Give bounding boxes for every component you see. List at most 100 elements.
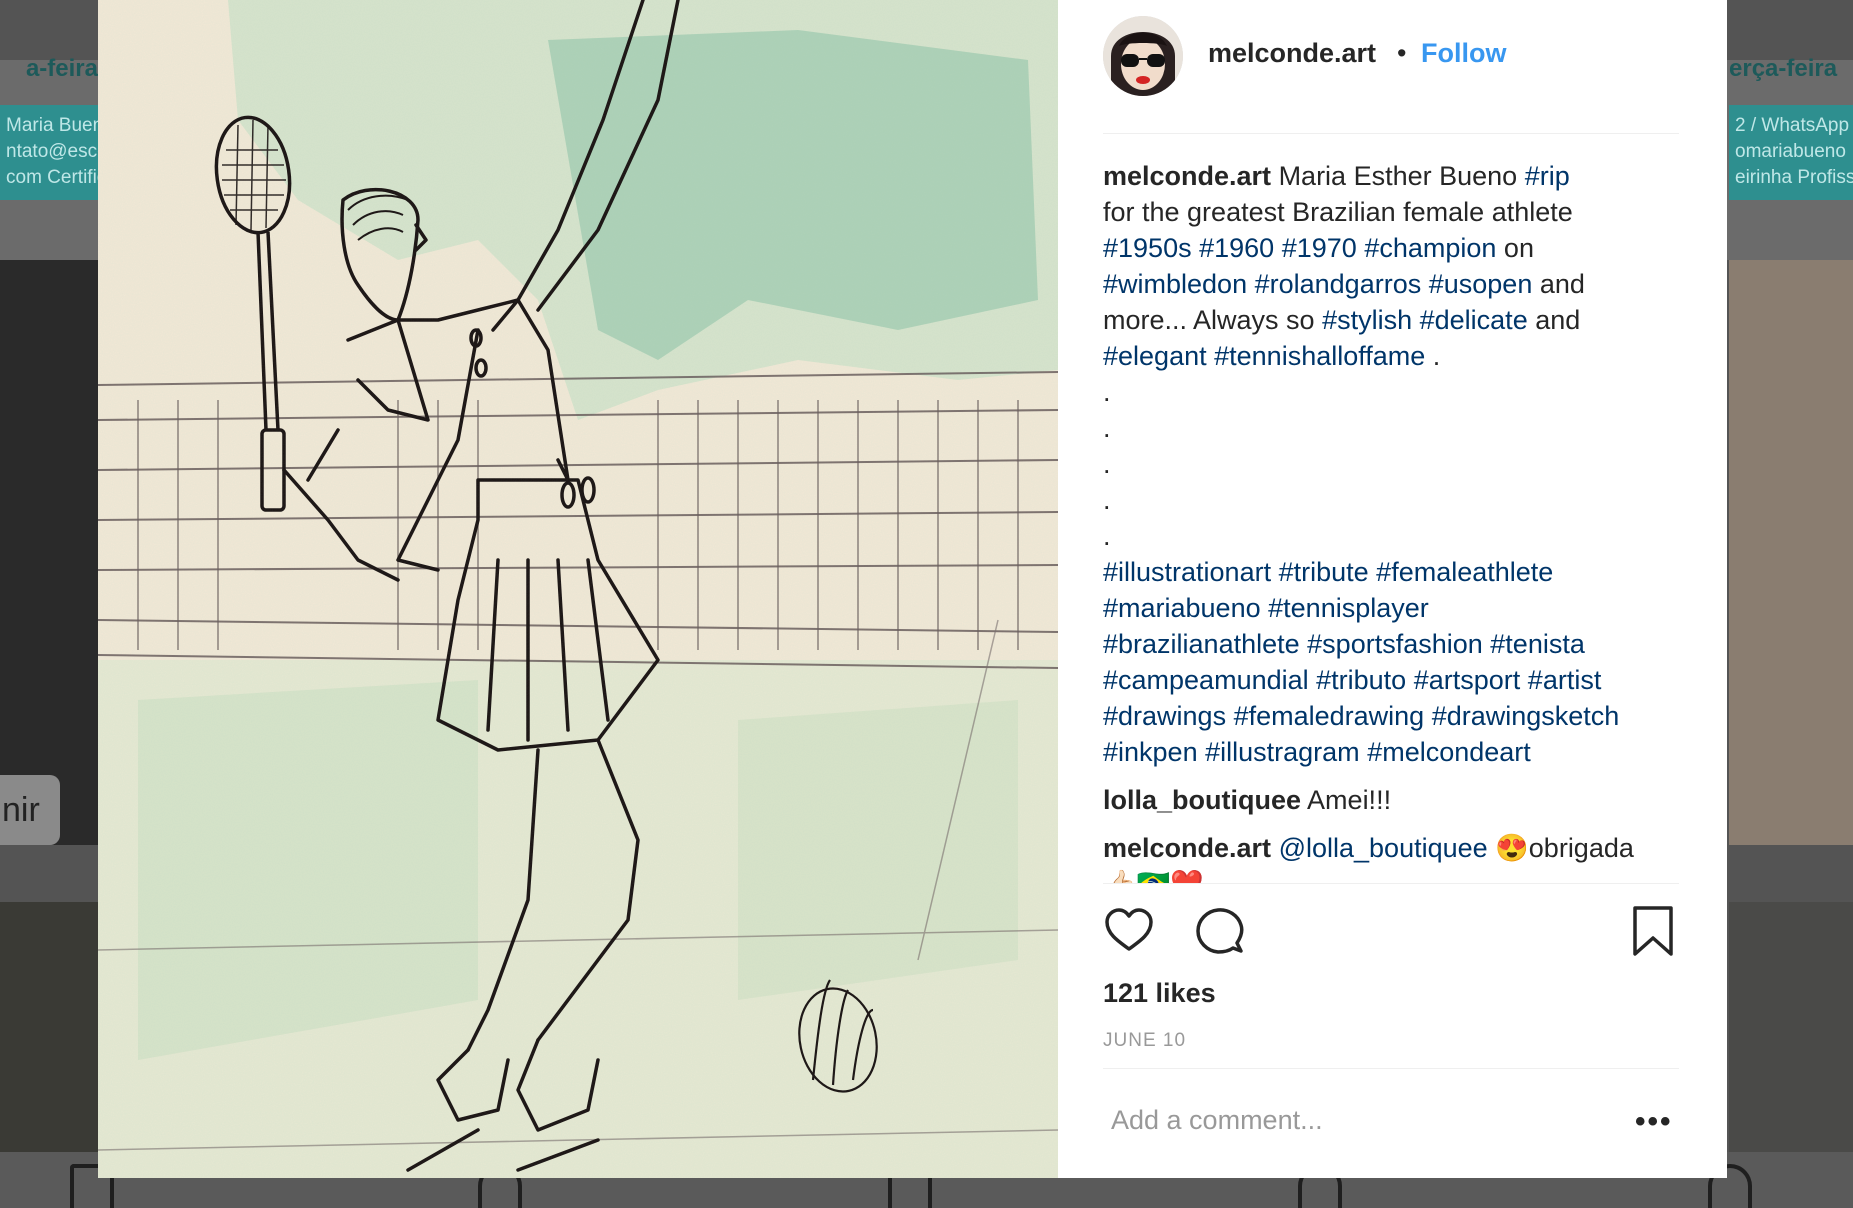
hashtag-link[interactable]: #1950s: [1103, 233, 1192, 263]
hashtag-link[interactable]: #brazilianathlete: [1103, 629, 1300, 659]
post-header: melconde.art • Follow: [1058, 0, 1727, 134]
caption-line: #elegant #tennishalloffame .: [1103, 338, 1693, 374]
comment-text: Amei!!!: [1307, 785, 1392, 815]
separator-dot: •: [1397, 38, 1407, 68]
background-video-left: [0, 260, 98, 845]
comment-mention-link[interactable]: @lolla_boutiquee: [1279, 833, 1488, 863]
post-modal: melconde.art • Follow melconde.art Maria…: [98, 0, 1727, 1178]
banner-line: omariabueno: [1735, 141, 1846, 162]
hashtag-link[interactable]: #usopen: [1429, 269, 1533, 299]
like-button[interactable]: [1103, 905, 1155, 957]
caption-text-segment: more... Always so: [1103, 305, 1323, 335]
comment-username[interactable]: melconde.art: [1103, 833, 1271, 863]
caption: melconde.art Maria Esther Bueno #rip for …: [1103, 158, 1693, 770]
caption-dot: .: [1103, 413, 1111, 443]
actions-divider: [1103, 883, 1679, 884]
hashtag-link[interactable]: #rolandgarros: [1255, 269, 1422, 299]
hashtag-link[interactable]: #inkpen: [1103, 737, 1198, 767]
hashtag-link[interactable]: #tribute: [1279, 557, 1369, 587]
hashtag-link[interactable]: #tributo: [1316, 665, 1406, 695]
caption-dot-lines: .....: [1103, 374, 1693, 554]
caption-text-segment: [1274, 233, 1282, 263]
caption-text-segment: for the greatest Brazilian female athlet…: [1103, 197, 1573, 227]
background-day-right: erça-feira: [1729, 55, 1838, 82]
comment-divider: [1103, 1068, 1679, 1069]
background-pill-button: nir: [0, 775, 60, 845]
caption-dot: .: [1103, 521, 1111, 551]
follow-button[interactable]: Follow: [1421, 38, 1506, 69]
hashtag-line: #drawings #femaledrawing #drawingsketch: [1103, 698, 1693, 734]
hashtag-link[interactable]: #illustragram: [1205, 737, 1360, 767]
caption-line: for the greatest Brazilian female athlet…: [1103, 194, 1693, 230]
hashtag-link[interactable]: #1960: [1199, 233, 1274, 263]
caption-text-segment: Maria Esther Bueno: [1278, 161, 1525, 191]
caption-line: more... Always so #stylish #delicate and: [1103, 302, 1693, 338]
hashtag-link[interactable]: #femaledrawing: [1234, 701, 1425, 731]
hashtag-link[interactable]: #elegant: [1103, 341, 1207, 371]
save-button[interactable]: [1631, 905, 1675, 957]
avatar[interactable]: [1103, 16, 1183, 96]
hashtag-link[interactable]: #campeamundial: [1103, 665, 1309, 695]
caption-text-segment: [1192, 233, 1200, 263]
hashtag-link[interactable]: #1970: [1282, 233, 1357, 263]
avatar-portrait-icon: [1103, 16, 1183, 96]
hashtag-link[interactable]: #stylish: [1322, 305, 1412, 335]
banner-line: ntato@esco: [6, 141, 98, 162]
speech-bubble-icon: [1196, 908, 1244, 954]
hashtag-link[interactable]: #femaleathlete: [1376, 557, 1553, 587]
hashtag-link[interactable]: #tenista: [1490, 629, 1585, 659]
hashtag-link[interactable]: #mariabueno: [1103, 593, 1261, 623]
bookmark-icon: [1633, 906, 1673, 956]
hashtag-line: #brazilianathlete #sportsfashion #tenist…: [1103, 626, 1693, 662]
caption-text-segment: [1412, 305, 1420, 335]
post-date[interactable]: JUNE 10: [1103, 1030, 1186, 1052]
likes-count[interactable]: 121 likes: [1103, 978, 1216, 1009]
caption-line: #wimbledon #rolandgarros #usopen and: [1103, 266, 1693, 302]
comment-username[interactable]: lolla_boutiquee: [1103, 785, 1301, 815]
background-day-left: a-feira: [25, 55, 98, 82]
hashtag-line: #illustrationart #tribute #femaleathlete: [1103, 554, 1693, 590]
hashtag-link[interactable]: #tennisplayer: [1268, 593, 1429, 623]
post-author-username[interactable]: melconde.art: [1208, 38, 1376, 69]
background-photo-right: [1729, 902, 1853, 1152]
hashtag-link[interactable]: #drawings: [1103, 701, 1226, 731]
hashtag-line: #inkpen #illustragram #melcondeart: [1103, 734, 1693, 770]
banner-line: 2 / WhatsApp: [1735, 115, 1850, 136]
caption-username[interactable]: melconde.art: [1103, 161, 1279, 191]
hashtag-link[interactable]: #wimbledon: [1103, 269, 1247, 299]
hashtag-link[interactable]: #delicate: [1420, 305, 1528, 335]
hashtag-link[interactable]: #melcondeart: [1367, 737, 1531, 767]
caption-dot: .: [1103, 449, 1111, 479]
hashtag-link[interactable]: #tennishalloffame: [1214, 341, 1425, 371]
caption-text-segment: .: [1425, 341, 1441, 371]
hashtag-link[interactable]: #illustrationart: [1103, 557, 1271, 587]
hashtag-link[interactable]: #champion: [1364, 233, 1496, 263]
caption-dot: .: [1103, 485, 1111, 515]
banner-line: eirinha Profiss: [1735, 167, 1853, 188]
background-banner-right: 2 / WhatsApp omariabueno eirinha Profiss: [1729, 105, 1853, 200]
caption-text-segment: [1207, 341, 1215, 371]
caption-text-segment: on: [1496, 233, 1534, 263]
comment-item: melconde.art @lolla_boutiquee 😍obrigada …: [1103, 830, 1693, 883]
tennis-player-drawing: [98, 0, 1058, 1178]
banner-line: com Certific: [6, 167, 98, 188]
hashtag-link[interactable]: #rip: [1525, 161, 1570, 191]
caption-text-segment: [1247, 269, 1255, 299]
background-stadium-photo: [0, 902, 98, 1152]
hashtag-link[interactable]: #artist: [1528, 665, 1602, 695]
comment-button[interactable]: [1193, 905, 1245, 957]
hashtag-link[interactable]: #sportsfashion: [1307, 629, 1483, 659]
add-comment-input[interactable]: Add a comment...: [1111, 1105, 1323, 1136]
hashtag-line: #campeamundial #tributo #artsport #artis…: [1103, 662, 1693, 698]
caption-line: #1950s #1960 #1970 #champion on: [1103, 230, 1693, 266]
post-actions: [1103, 905, 1683, 961]
caption-text-segment: and: [1532, 269, 1585, 299]
background-image-right: [1729, 260, 1853, 845]
heart-icon: [1105, 908, 1153, 951]
caption-dot: .: [1103, 377, 1111, 407]
header-divider: [1103, 133, 1679, 134]
more-options-button[interactable]: •••: [1635, 1107, 1673, 1137]
caption-text-segment: [1421, 269, 1429, 299]
hashtag-link[interactable]: #drawingsketch: [1432, 701, 1620, 731]
hashtag-link[interactable]: #artsport: [1414, 665, 1521, 695]
